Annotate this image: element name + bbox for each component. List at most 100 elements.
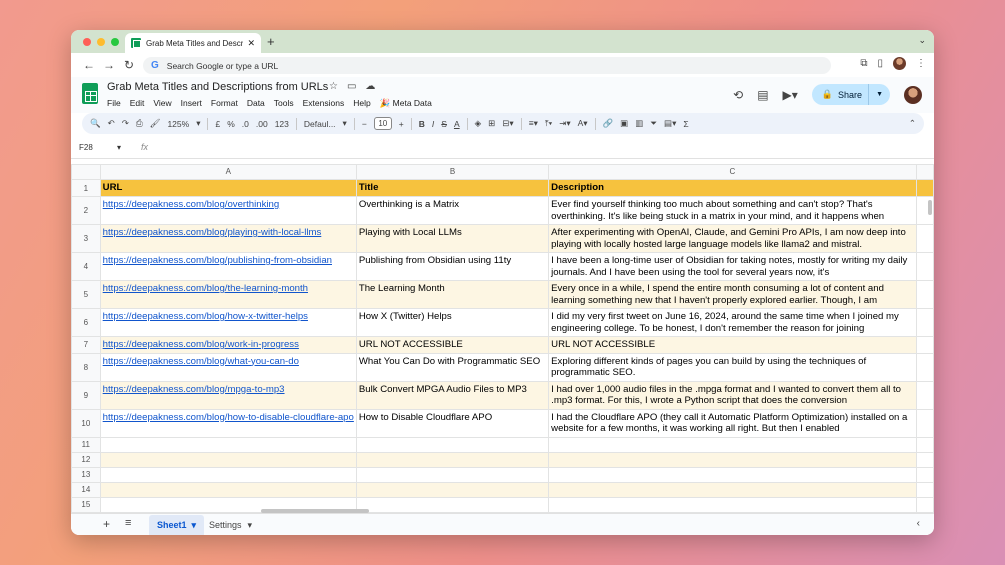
text-rotation-icon[interactable]: A▾	[578, 118, 588, 129]
empty-cell[interactable]	[355, 481, 550, 498]
url-cell[interactable]: https://deepakness.com/blog/the-learning…	[99, 280, 357, 309]
vertical-align-icon[interactable]: ⤒▾	[545, 118, 552, 129]
currency-format-button[interactable]: £	[215, 119, 220, 129]
close-tab-icon[interactable]: ✕	[247, 38, 255, 49]
vertical-scrollbar[interactable]	[928, 200, 932, 215]
empty-cell[interactable]	[915, 280, 934, 309]
cloud-status-icon[interactable]: ☁	[365, 81, 375, 92]
url-cell[interactable]: https://deepakness.com/blog/overthinking	[99, 196, 357, 225]
empty-cell[interactable]	[99, 451, 357, 468]
empty-cell[interactable]	[915, 408, 934, 438]
font-dropdown-icon[interactable]: ▾	[343, 118, 347, 129]
empty-cell[interactable]	[915, 451, 934, 468]
row-header[interactable]: 1	[71, 179, 101, 197]
empty-cell[interactable]	[915, 252, 934, 281]
description-cell[interactable]: I had over 1,000 audio files in the .mpg…	[548, 380, 917, 410]
empty-cell[interactable]	[915, 496, 934, 513]
undo-icon[interactable]: ↶	[108, 118, 115, 129]
zoom-dropdown-icon[interactable]: ▾	[196, 118, 200, 129]
side-panel-icon[interactable]: ▯	[877, 58, 883, 69]
empty-cell[interactable]	[548, 496, 917, 513]
title-cell[interactable]: How X (Twitter) Helps	[355, 308, 550, 337]
reload-icon[interactable]: ↻	[119, 58, 139, 72]
select-all-corner[interactable]	[71, 164, 101, 180]
url-cell[interactable]: https://deepakness.com/blog/how-x-twitte…	[99, 308, 357, 337]
empty-cell[interactable]	[99, 481, 357, 498]
title-cell[interactable]: Overthinking is a Matrix	[355, 196, 550, 225]
add-sheet-icon[interactable]: +	[103, 517, 110, 531]
row-header[interactable]: 11	[71, 436, 101, 453]
row-header[interactable]: 15	[71, 496, 101, 513]
menu-help[interactable]: Help	[353, 98, 370, 109]
empty-cell[interactable]	[548, 481, 917, 498]
empty-cell[interactable]	[99, 436, 357, 453]
column-header-extra[interactable]	[915, 164, 934, 180]
collapse-side-icon[interactable]: ‹	[917, 518, 920, 529]
title-cell[interactable]: Publishing from Obsidian using 11ty	[355, 252, 550, 281]
print-icon[interactable]: ⎙	[136, 118, 143, 129]
empty-cell[interactable]	[915, 436, 934, 453]
document-title[interactable]: Grab Meta Titles and Descriptions from U…	[107, 81, 328, 93]
row-header[interactable]: 3	[71, 224, 101, 253]
row-header[interactable]: 2	[71, 196, 101, 225]
url-cell[interactable]: https://deepakness.com/blog/work-in-prog…	[99, 336, 357, 354]
share-dropdown-icon[interactable]: ▼	[868, 84, 890, 105]
insert-comment-icon[interactable]: ▣	[620, 118, 628, 129]
account-avatar[interactable]	[904, 85, 922, 104]
description-cell[interactable]: After experimenting with OpenAI, Claude,…	[548, 224, 917, 253]
font-size-input[interactable]: 10	[373, 117, 392, 130]
sheet-tab-settings[interactable]: Settings ▾	[209, 515, 252, 535]
description-cell[interactable]: I did my very first tweet on June 16, 20…	[548, 308, 917, 337]
filter-icon[interactable]: ⏷	[650, 118, 657, 129]
url-cell[interactable]: https://deepakness.com/blog/what-you-can…	[99, 352, 357, 382]
empty-cell[interactable]	[915, 380, 934, 410]
empty-cell[interactable]	[915, 466, 934, 483]
font-size-decrease-icon[interactable]: −	[362, 119, 367, 129]
star-icon[interactable]: ☆	[329, 81, 338, 92]
title-cell[interactable]: Bulk Convert MPGA Audio Files to MP3	[355, 380, 550, 410]
empty-cell[interactable]	[355, 466, 550, 483]
empty-cell[interactable]	[355, 436, 550, 453]
percent-format-button[interactable]: %	[227, 119, 235, 129]
borders-icon[interactable]: ⊞	[488, 118, 495, 129]
functions-icon[interactable]: Σ	[683, 119, 688, 129]
menu-format[interactable]: Format	[211, 98, 238, 109]
column-header-b[interactable]: B	[355, 164, 550, 180]
share-button[interactable]: 🔒 Share ▼	[811, 84, 890, 105]
empty-cell[interactable]	[548, 466, 917, 483]
strikethrough-icon[interactable]: S	[441, 119, 447, 129]
url-cell[interactable]: https://deepakness.com/blog/publishing-f…	[99, 252, 357, 281]
fill-color-icon[interactable]: ◈	[475, 118, 482, 129]
title-cell[interactable]: Playing with Local LLMs	[355, 224, 550, 253]
redo-icon[interactable]: ↷	[122, 118, 129, 129]
row-header[interactable]: 6	[71, 308, 101, 337]
merge-cells-icon[interactable]: ⊟▾	[502, 118, 513, 129]
row-header[interactable]: 7	[71, 336, 101, 354]
empty-cell[interactable]	[915, 481, 934, 498]
row-header[interactable]: 10	[71, 408, 101, 438]
menu-meta-data[interactable]: 🎉 Meta Data	[380, 98, 432, 109]
profile-avatar[interactable]	[893, 57, 906, 70]
sheet-tab-dropdown-icon[interactable]: ▾	[192, 520, 197, 531]
name-box[interactable]: F28 ▾	[79, 143, 129, 152]
menu-tools[interactable]: Tools	[274, 98, 294, 109]
empty-cell[interactable]	[915, 352, 934, 382]
move-folder-icon[interactable]: ▭	[347, 81, 356, 92]
address-bar[interactable]: G Search Google or type a URL	[143, 57, 831, 74]
row-header[interactable]: 5	[71, 280, 101, 309]
increase-decimal-button[interactable]: .00	[256, 119, 268, 129]
title-cell[interactable]: How to Disable Cloudflare APO	[355, 408, 550, 438]
sheet-tab-dropdown-icon[interactable]: ▾	[248, 520, 253, 531]
title-cell[interactable]: The Learning Month	[355, 280, 550, 309]
header-cell-url[interactable]: URL	[99, 179, 357, 197]
new-tab-icon[interactable]: +	[267, 34, 275, 49]
row-header[interactable]: 14	[71, 481, 101, 498]
url-cell[interactable]: https://deepakness.com/blog/playing-with…	[99, 224, 357, 253]
maximize-window-button[interactable]	[111, 38, 119, 46]
url-cell[interactable]: https://deepakness.com/blog/how-to-disab…	[99, 408, 357, 438]
all-sheets-icon[interactable]: ≡	[125, 517, 131, 529]
font-size-increase-icon[interactable]: +	[399, 119, 404, 129]
empty-cell[interactable]	[355, 451, 550, 468]
menu-edit[interactable]: Edit	[130, 98, 145, 109]
column-header-c[interactable]: C	[548, 164, 917, 180]
